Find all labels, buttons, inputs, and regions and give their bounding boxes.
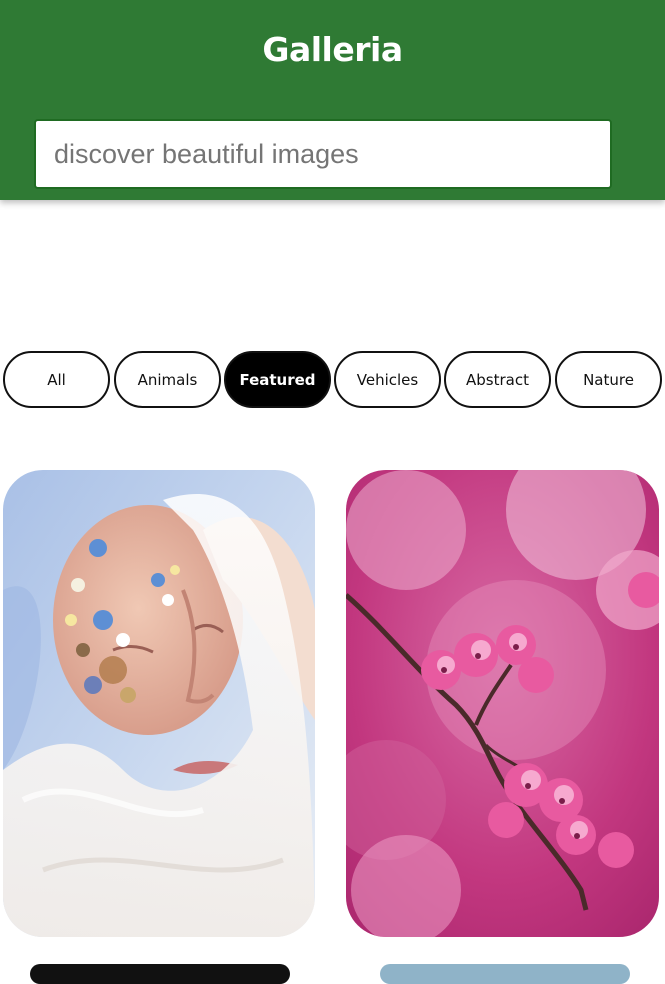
portrait-photo bbox=[3, 470, 315, 937]
chip-abstract[interactable]: Abstract bbox=[444, 351, 551, 408]
gallery-image-peek-left[interactable] bbox=[30, 964, 290, 984]
app-title: Galleria bbox=[262, 30, 403, 69]
chip-all[interactable]: All bbox=[3, 351, 110, 408]
gallery-image-blossom[interactable] bbox=[346, 470, 659, 937]
chip-nature[interactable]: Nature bbox=[555, 351, 662, 408]
chip-animals[interactable]: Animals bbox=[114, 351, 221, 408]
chip-featured[interactable]: Featured bbox=[224, 351, 331, 408]
gallery-image-peek-right[interactable] bbox=[380, 964, 630, 984]
category-chips: All Animals Featured Vehicles Abstract N… bbox=[3, 351, 665, 408]
chip-vehicles[interactable]: Vehicles bbox=[334, 351, 441, 408]
blossom-photo bbox=[346, 470, 659, 937]
gallery-image-portrait[interactable] bbox=[3, 470, 315, 937]
app-header: Galleria bbox=[0, 0, 665, 200]
search-input[interactable] bbox=[34, 119, 612, 189]
